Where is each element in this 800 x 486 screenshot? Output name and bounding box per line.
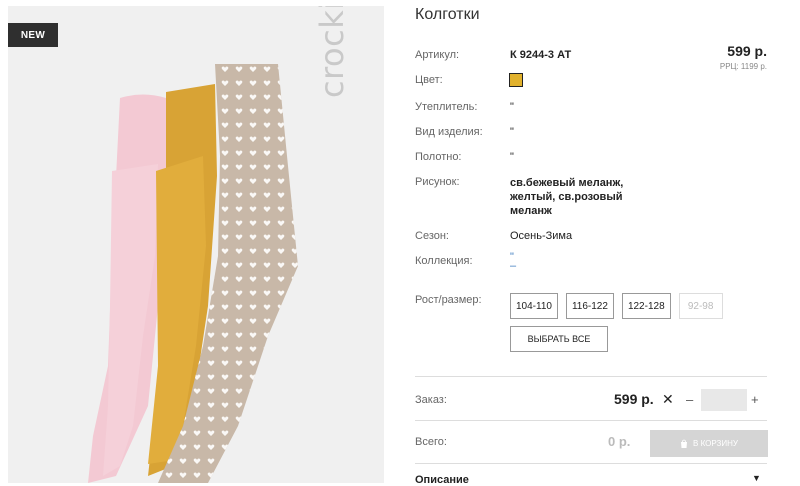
brand-logo: crockid [313,6,351,98]
total-label: Всего: [415,436,447,448]
select-all-button[interactable]: ВЫБРАТЬ ВСЕ [510,326,608,352]
divider [415,376,767,377]
fabric-label: Полотно: [415,151,462,163]
season-label: Сезон: [415,230,449,242]
chevron-down-icon[interactable]: ▼ [752,473,761,483]
size-option-92-98[interactable]: 92-98 [678,293,723,319]
increase-quantity-button[interactable]: + [751,392,759,407]
size-option-116-122[interactable]: 116-122 [565,293,614,319]
shopping-bag-icon [681,439,688,448]
color-label: Цвет: [415,74,443,86]
product-image[interactable]: NEW crockid [8,6,384,483]
size-label: Рост/размер: [415,294,482,306]
decrease-quantity-button[interactable]: – [686,392,693,407]
fabric-value: " [510,151,514,163]
add-to-cart-button[interactable]: В КОРЗИНУ [650,430,768,457]
product-type-label: Вид изделия: [415,126,483,138]
article-value: К 9244-3 АТ [510,49,572,61]
pattern-label: Рисунок: [415,176,460,188]
pattern-value: св.бежевый меланж, желтый, св.розовый ме… [510,177,624,217]
collection-label: Коллекция: [415,255,473,267]
total-value: 0 р. [608,434,631,449]
product-type-value: " [510,126,514,138]
new-badge: NEW [8,23,58,47]
article-label: Артикул: [415,49,460,61]
add-to-cart-label: В КОРЗИНУ [693,439,738,448]
collection-link[interactable]: " – [510,252,517,272]
size-options: 104-110 116-122 122-128 92-98 [510,293,723,319]
divider [415,420,767,421]
times-icon: ✕ [662,391,674,407]
order-price: 599 р. [614,391,654,407]
season-value: Осень-Зима [510,230,573,242]
collection-dash: – [510,260,517,272]
insulation-label: Утеплитель: [415,101,478,113]
size-option-122-128[interactable]: 122-128 [621,293,671,319]
product-title: Колготки [415,6,480,23]
order-label: Заказ: [415,394,447,406]
color-swatch[interactable] [509,73,523,87]
quantity-input[interactable] [701,389,747,411]
description-toggle[interactable]: Описание [415,474,469,486]
recommended-price: РРЦ: 1199 р. [719,62,767,71]
size-option-104-110[interactable]: 104-110 [510,293,558,319]
product-price: 599 р. [727,43,767,59]
divider [415,463,767,464]
insulation-value: " [510,101,514,113]
